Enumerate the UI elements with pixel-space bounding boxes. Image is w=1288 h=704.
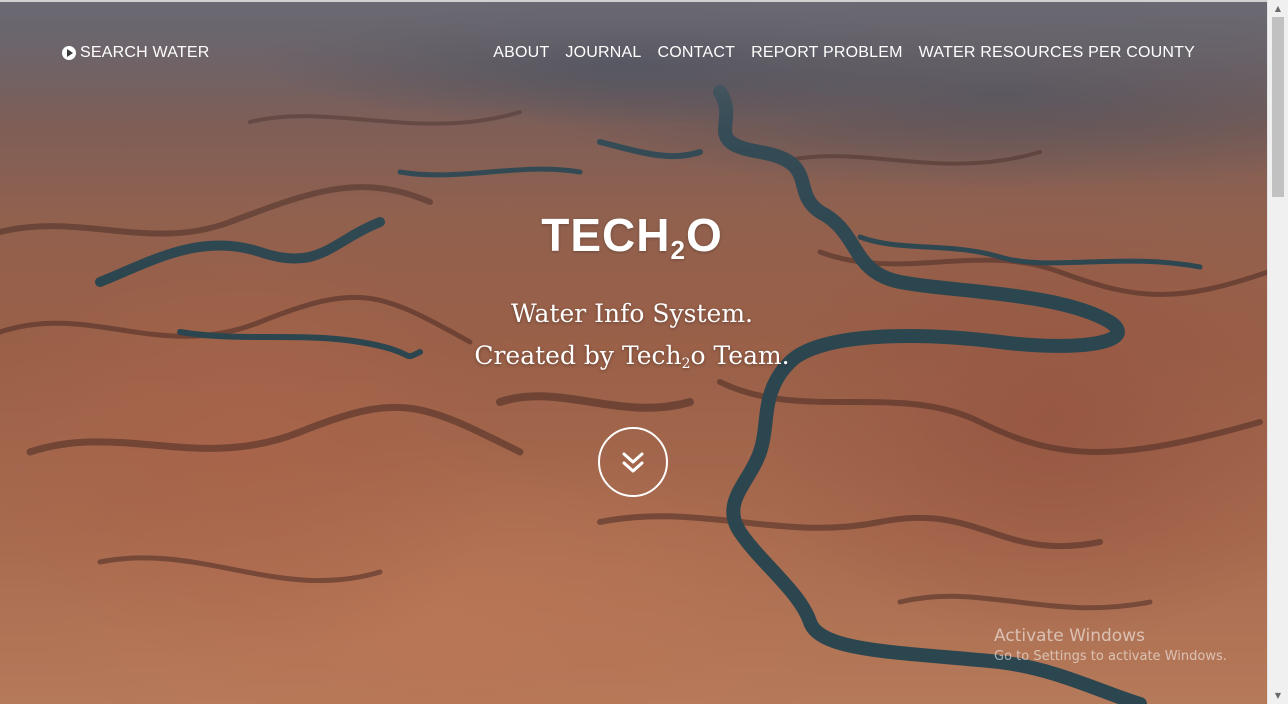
tagline-line-1: Water Info System. <box>511 299 753 328</box>
watermark-title: Activate Windows <box>994 626 1145 646</box>
site-title-end: O <box>685 209 723 261</box>
search-water-link[interactable]: SEARCH WATER <box>62 44 210 62</box>
vertical-scrollbar[interactable]: ▲ ▼ <box>1267 0 1288 704</box>
site-title-main: TECH <box>541 209 671 261</box>
top-navigation: SEARCH WATER ABOUT JOURNAL CONTACT REPOR… <box>0 0 1268 100</box>
scroll-down-arrow-icon[interactable]: ▼ <box>1268 687 1288 704</box>
nav-link-contact[interactable]: CONTACT <box>658 44 736 62</box>
watermark-subtitle: Go to Settings to activate Windows. <box>994 649 1227 664</box>
browser-frame-edge <box>0 0 1288 2</box>
nav-link-report-problem[interactable]: REPORT PROBLEM <box>751 44 903 62</box>
windows-activation-watermark: Activate Windows Go to Settings to activ… <box>994 625 1227 666</box>
nav-link-journal[interactable]: JOURNAL <box>565 44 641 62</box>
page: SEARCH WATER ABOUT JOURNAL CONTACT REPOR… <box>0 0 1288 704</box>
scroll-up-arrow-icon[interactable]: ▲ <box>1268 0 1288 17</box>
tagline-line-2-pre: Created by Tech <box>474 341 682 370</box>
nav-link-water-resources-per-county[interactable]: WATER RESOURCES PER COUNTY <box>919 44 1195 62</box>
site-title: TECH2O <box>0 208 1264 265</box>
site-title-subscript: 2 <box>670 235 686 265</box>
scrollbar-thumb[interactable] <box>1272 17 1284 197</box>
play-circle-icon <box>62 46 76 60</box>
double-chevron-down-icon <box>622 452 644 473</box>
tagline-line-2: Created by Tech2o Team. <box>0 341 1264 372</box>
brand-label: SEARCH WATER <box>80 44 210 61</box>
hero-content: TECH2O Water Info System. Created by Tec… <box>0 0 1264 704</box>
tagline-line-2-subscript: 2 <box>681 356 691 372</box>
tagline-line-2-post: o Team. <box>690 341 790 370</box>
scroll-down-button[interactable] <box>598 427 668 497</box>
nav-link-about[interactable]: ABOUT <box>493 44 549 62</box>
nav-links: ABOUT JOURNAL CONTACT REPORT PROBLEM WAT… <box>493 44 1195 62</box>
